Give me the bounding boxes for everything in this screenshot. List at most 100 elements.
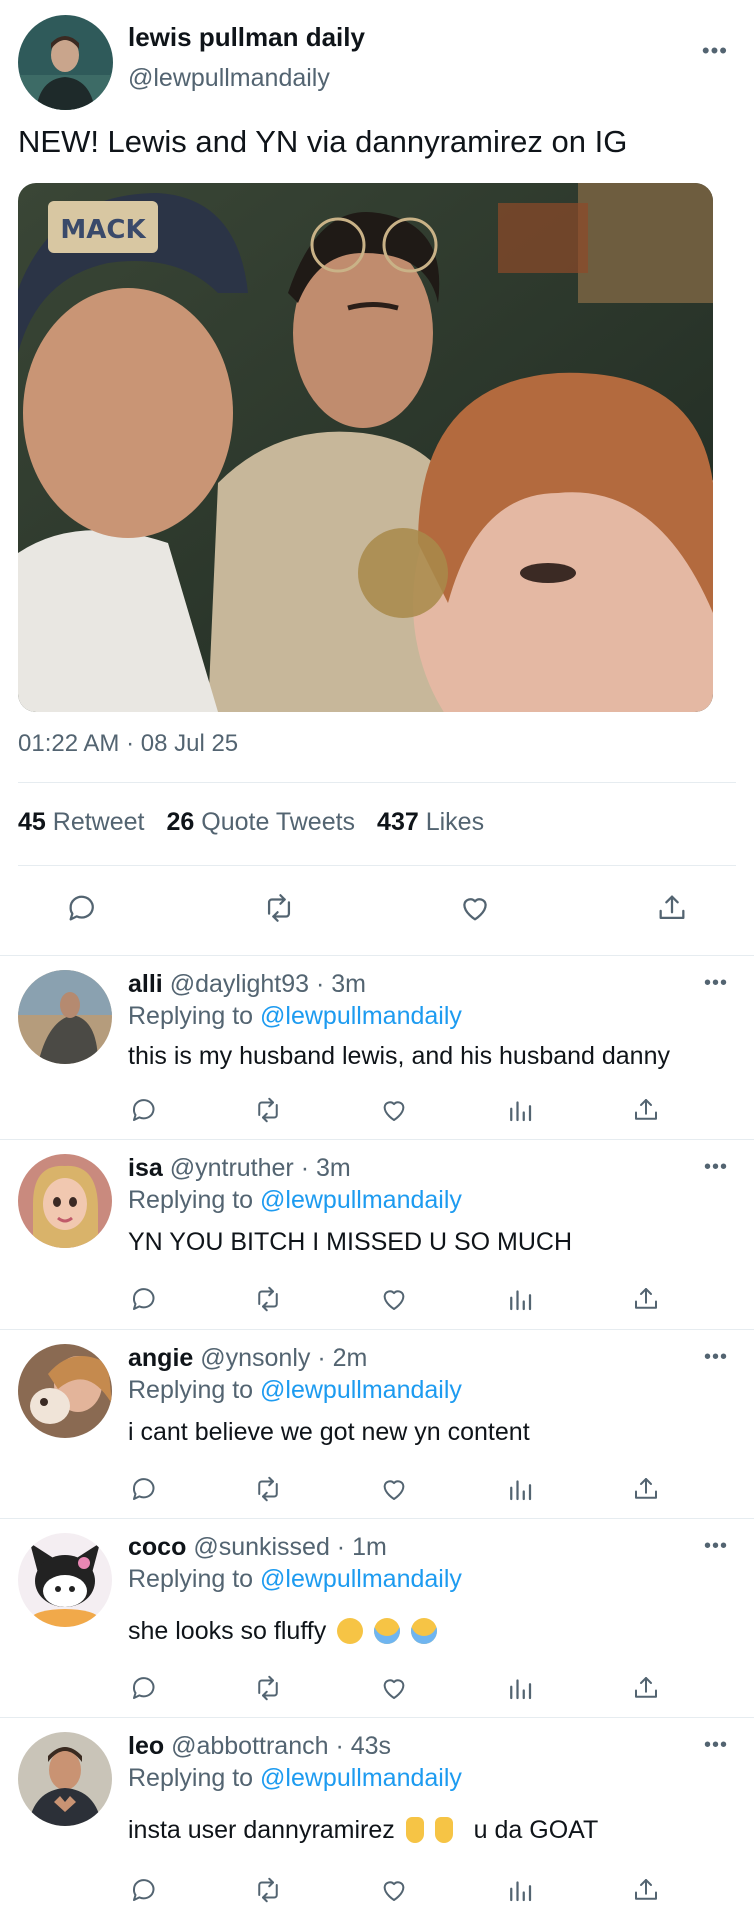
reply-icon[interactable]: [126, 1670, 162, 1706]
cap-logo-text: MACK: [60, 215, 146, 245]
tweet-actions: [0, 888, 754, 928]
mention-link[interactable]: @lewpullmandaily: [260, 1565, 462, 1593]
reply-author-meta[interactable]: @ynsonly · 2m: [200, 1344, 367, 1372]
reply-author-name[interactable]: alli: [128, 970, 163, 998]
replying-to-line: Replying to @lewpullmandaily: [128, 1376, 462, 1405]
reply-actions: [0, 1281, 754, 1317]
reply-author-meta[interactable]: @abbottranch · 43s: [171, 1732, 391, 1760]
author-name[interactable]: lewis pullman daily: [128, 22, 365, 53]
reply-icon[interactable]: [126, 1092, 162, 1128]
reply-icon[interactable]: [126, 1281, 162, 1317]
avatar[interactable]: [18, 1154, 112, 1248]
reply-icon[interactable]: [62, 888, 102, 928]
reply-text-before: insta user dannyramirez: [128, 1816, 395, 1844]
quote-count[interactable]: 26: [166, 808, 194, 836]
more-options-icon[interactable]: •••: [702, 40, 728, 62]
reply-author-meta[interactable]: @daylight93 · 3m: [170, 970, 366, 998]
reply-header: angie @ynsonly · 2m: [128, 1344, 367, 1373]
reply-tweet[interactable]: isa @yntruther · 3m ••• Replying to @lew…: [0, 1139, 754, 1330]
avatar[interactable]: [18, 970, 112, 1064]
tweet-text: NEW! Lewis and YN via dannyramirez on IG: [18, 124, 628, 159]
retweet-icon[interactable]: [250, 1281, 286, 1317]
analytics-icon[interactable]: [502, 1670, 538, 1706]
like-count[interactable]: 437: [377, 808, 419, 836]
share-icon[interactable]: [628, 1281, 664, 1317]
replying-prefix: Replying to: [128, 1376, 254, 1404]
retweet-icon[interactable]: [250, 1092, 286, 1128]
like-icon[interactable]: [455, 888, 495, 928]
reply-text: she looks so fluffy: [128, 1617, 438, 1646]
crying-face-emoji: [411, 1618, 438, 1644]
crying-face-emoji: [374, 1618, 401, 1644]
author-avatar[interactable]: [18, 15, 113, 110]
retweet-icon[interactable]: [250, 1670, 286, 1706]
like-icon[interactable]: [376, 1092, 412, 1128]
share-icon[interactable]: [628, 1092, 664, 1128]
share-icon[interactable]: [628, 1872, 664, 1908]
analytics-icon[interactable]: [502, 1092, 538, 1128]
share-icon[interactable]: [628, 1670, 664, 1706]
like-icon[interactable]: [376, 1281, 412, 1317]
reply-header: alli @daylight93 · 3m: [128, 970, 366, 999]
replying-to-line: Replying to @lewpullmandaily: [128, 1764, 462, 1793]
retweet-label[interactable]: Retweet: [53, 808, 145, 836]
pointing-up-emoji: [405, 1817, 424, 1843]
main-tweet: lewis pullman daily @lewpullmandaily •••…: [0, 0, 754, 955]
more-options-icon[interactable]: •••: [704, 1535, 728, 1558]
more-options-icon[interactable]: •••: [704, 972, 728, 995]
reply-header: coco @sunkissed · 1m: [128, 1533, 387, 1562]
share-icon[interactable]: [628, 1471, 664, 1507]
reply-actions: [0, 1670, 754, 1706]
avatar[interactable]: [18, 1732, 112, 1826]
divider: [18, 782, 736, 783]
tweet-photo[interactable]: MACK: [18, 183, 713, 712]
more-options-icon[interactable]: •••: [704, 1734, 728, 1757]
reply-author-name[interactable]: angie: [128, 1344, 193, 1372]
mention-link[interactable]: @lewpullmandaily: [260, 1376, 462, 1404]
reply-actions: [0, 1471, 754, 1507]
reply-author-name[interactable]: isa: [128, 1154, 163, 1182]
avatar[interactable]: [18, 1533, 112, 1627]
mention-link[interactable]: @lewpullmandaily: [260, 1186, 462, 1214]
like-icon[interactable]: [376, 1670, 412, 1706]
reply-author-meta[interactable]: @yntruther · 3m: [170, 1154, 351, 1182]
reply-tweet[interactable]: angie @ynsonly · 2m ••• Replying to @lew…: [0, 1329, 754, 1519]
reply-icon[interactable]: [126, 1471, 162, 1507]
pleading-face-emoji: [337, 1618, 364, 1644]
retweet-icon[interactable]: [250, 1471, 286, 1507]
reply-header: isa @yntruther · 3m: [128, 1154, 351, 1183]
retweet-count[interactable]: 45: [18, 808, 46, 836]
quote-label[interactable]: Quote Tweets: [201, 808, 355, 836]
reply-author-name[interactable]: coco: [128, 1533, 186, 1561]
analytics-icon[interactable]: [502, 1471, 538, 1507]
like-icon[interactable]: [376, 1471, 412, 1507]
replying-to-line: Replying to @lewpullmandaily: [128, 1002, 462, 1031]
reply-icon[interactable]: [126, 1872, 162, 1908]
avatar[interactable]: [18, 1344, 112, 1438]
like-label[interactable]: Likes: [426, 808, 484, 836]
mention-link[interactable]: @lewpullmandaily: [260, 1002, 462, 1030]
replying-prefix: Replying to: [128, 1764, 254, 1792]
like-icon[interactable]: [376, 1872, 412, 1908]
analytics-icon[interactable]: [502, 1281, 538, 1317]
engagement-stats: 45 Retweet 26 Quote Tweets 437 Likes: [18, 808, 484, 837]
more-options-icon[interactable]: •••: [704, 1346, 728, 1369]
reply-actions: [0, 1092, 754, 1128]
more-options-icon[interactable]: •••: [704, 1156, 728, 1179]
reply-text: insta user dannyramirez u da GOAT: [128, 1816, 598, 1845]
reply-author-meta[interactable]: @sunkissed · 1m: [193, 1533, 387, 1561]
reply-text: i cant believe we got new yn content: [128, 1418, 530, 1446]
reply-tweet[interactable]: coco @sunkissed · 1m ••• Replying to @le…: [0, 1518, 754, 1718]
reply-tweet[interactable]: leo @abbottranch · 43s ••• Replying to @…: [0, 1717, 754, 1921]
analytics-icon[interactable]: [502, 1872, 538, 1908]
pointing-up-emoji: [434, 1817, 453, 1843]
share-icon[interactable]: [652, 888, 692, 928]
reply-author-name[interactable]: leo: [128, 1732, 164, 1760]
tweet-timestamp[interactable]: 01:22 AM · 08 Jul 25: [18, 730, 238, 758]
retweet-icon[interactable]: [259, 888, 299, 928]
author-handle[interactable]: @lewpullmandaily: [128, 64, 330, 93]
retweet-icon[interactable]: [250, 1872, 286, 1908]
mention-link[interactable]: @lewpullmandaily: [260, 1764, 462, 1792]
reply-tweet[interactable]: alli @daylight93 · 3m ••• Replying to @l…: [0, 955, 754, 1140]
reply-text-after: u da GOAT: [473, 1816, 599, 1844]
